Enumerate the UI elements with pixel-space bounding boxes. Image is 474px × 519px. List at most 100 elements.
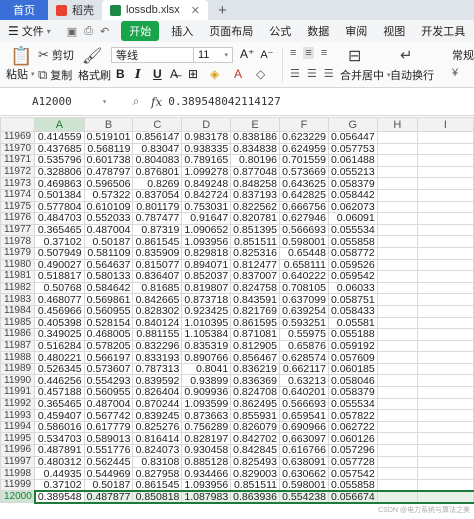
cell-empty[interactable] [416, 223, 474, 237]
cell[interactable]: 0.478797 [83, 165, 134, 179]
cell-empty[interactable] [376, 304, 418, 318]
row-header[interactable]: 11990 [0, 374, 36, 388]
font-color-icon[interactable]: A [234, 67, 242, 81]
cell[interactable]: 0.055534 [327, 223, 378, 237]
align-left-icon[interactable]: ☰ [290, 67, 300, 80]
cell[interactable]: 0.83108 [132, 455, 183, 469]
cell[interactable]: 0.627946 [278, 212, 329, 225]
cell[interactable]: 0.551776 [83, 444, 134, 457]
cell-empty[interactable] [416, 339, 474, 353]
cell[interactable]: 0.059542 [327, 270, 378, 283]
cell-empty[interactable] [376, 235, 418, 248]
save-icon[interactable]: ▣ [67, 25, 77, 38]
cell[interactable]: 0.468005 [83, 328, 134, 341]
cell-empty[interactable] [416, 432, 474, 446]
row-header[interactable]: 11975 [0, 200, 36, 214]
format-painter-button[interactable]: 格式刷 [78, 67, 111, 83]
cell-empty[interactable] [376, 131, 418, 144]
column-header-f[interactable]: F [278, 117, 329, 132]
cell[interactable]: 0.414559 [34, 131, 85, 144]
cell-empty[interactable] [416, 420, 474, 434]
cut-button[interactable]: ✂ 剪切 [38, 47, 74, 63]
cell[interactable]: 0.839245 [132, 409, 183, 422]
cell-empty[interactable] [416, 270, 474, 283]
row-header[interactable]: 11999 [0, 478, 36, 492]
cell[interactable]: 0.055858 [327, 235, 378, 248]
cell[interactable]: 0.554238 [278, 489, 329, 504]
cell-empty[interactable] [416, 455, 474, 469]
cell[interactable]: 0.459407 [34, 409, 85, 422]
row-header[interactable]: 11993 [0, 409, 36, 422]
cell-empty[interactable] [376, 293, 418, 306]
tab-formula[interactable]: 公式 [261, 23, 299, 39]
cell[interactable]: 0.573607 [83, 362, 134, 376]
cell[interactable]: 0.881155 [132, 328, 183, 341]
currency-icon[interactable]: ¥ [452, 67, 458, 79]
cell[interactable]: 0.828302 [132, 304, 183, 318]
row-header[interactable]: 11979 [0, 246, 36, 260]
cell[interactable]: 0.856467 [230, 351, 280, 364]
cell[interactable]: 1.090652 [181, 223, 232, 237]
row-header[interactable]: 11981 [0, 270, 36, 283]
row-header[interactable]: 11972 [0, 165, 36, 179]
cell[interactable]: 0.518817 [34, 270, 85, 283]
cell[interactable]: 0.816414 [132, 432, 183, 446]
cell[interactable]: 0.753031 [181, 200, 232, 214]
paste-label-button[interactable]: 粘贴 ▾ [6, 66, 35, 82]
row-header[interactable]: 11977 [0, 223, 36, 237]
cell[interactable]: 0.056447 [327, 131, 378, 144]
fx-icon[interactable]: fx [151, 95, 162, 109]
cell[interactable]: 0.789165 [181, 154, 232, 167]
cell[interactable]: 0.638091 [278, 455, 329, 469]
cell[interactable]: 0.640201 [278, 386, 329, 399]
cell[interactable]: 0.058751 [327, 293, 378, 306]
cell[interactable]: 0.516284 [34, 339, 85, 353]
font-shrink-icon[interactable]: A⁻ [260, 48, 273, 61]
cell[interactable]: 0.80196 [230, 154, 280, 167]
cell[interactable]: 0.801179 [132, 200, 183, 214]
cell[interactable]: 0.851395 [230, 223, 280, 237]
cell[interactable]: 0.50187 [83, 478, 134, 492]
cell[interactable]: 0.57322 [83, 188, 134, 202]
cell[interactable]: 0.871081 [230, 328, 280, 341]
cell[interactable]: 0.836407 [132, 270, 183, 283]
cell[interactable]: 0.815077 [132, 258, 183, 272]
column-header-b[interactable]: B [83, 117, 134, 132]
cell[interactable]: 0.487877 [83, 489, 134, 504]
row-header[interactable]: 11971 [0, 154, 36, 167]
cell[interactable]: 0.832296 [132, 339, 183, 353]
cell[interactable]: 0.851511 [230, 478, 280, 492]
cell[interactable]: 0.819807 [181, 281, 232, 295]
font-grow-icon[interactable]: A⁺ [240, 47, 254, 61]
cell[interactable]: 0.567742 [83, 409, 134, 422]
cell[interactable]: 1.093956 [181, 478, 232, 492]
close-tab-icon[interactable]: ✕ [191, 4, 200, 17]
cell[interactable]: 0.566197 [83, 351, 134, 364]
cell[interactable]: 0.058433 [327, 304, 378, 318]
cell[interactable]: 0.708105 [278, 281, 329, 295]
column-header-i[interactable]: I [416, 117, 474, 132]
cell[interactable]: 0.8041 [181, 362, 232, 376]
cell[interactable]: 0.787313 [132, 362, 183, 376]
tab-start[interactable]: 开始 [121, 21, 160, 41]
tab-home[interactable]: 首页 [0, 0, 48, 20]
merge-button[interactable]: 合并居中 ▾ [340, 67, 391, 83]
cell[interactable]: 1.093956 [181, 235, 232, 248]
cell-empty[interactable] [376, 258, 418, 272]
cell[interactable]: 0.487891 [34, 444, 85, 457]
cell[interactable]: 0.062722 [327, 420, 378, 434]
cell[interactable]: 0.983178 [181, 131, 232, 144]
cell-empty[interactable] [376, 223, 418, 237]
cell[interactable]: 0.058379 [327, 386, 378, 399]
cell[interactable]: 0.835319 [181, 339, 232, 353]
cell-empty[interactable] [376, 432, 418, 446]
cell-empty[interactable] [376, 316, 418, 330]
cell[interactable]: 0.822562 [230, 200, 280, 214]
cell[interactable]: 0.861545 [132, 478, 183, 492]
cell[interactable]: 1.010395 [181, 316, 232, 330]
cell-empty[interactable] [416, 188, 474, 202]
row-header[interactable]: 11969 [0, 131, 36, 144]
cell[interactable]: 0.552033 [83, 212, 134, 225]
cell[interactable]: 0.630662 [278, 467, 329, 480]
cell[interactable]: 0.484703 [34, 212, 85, 225]
